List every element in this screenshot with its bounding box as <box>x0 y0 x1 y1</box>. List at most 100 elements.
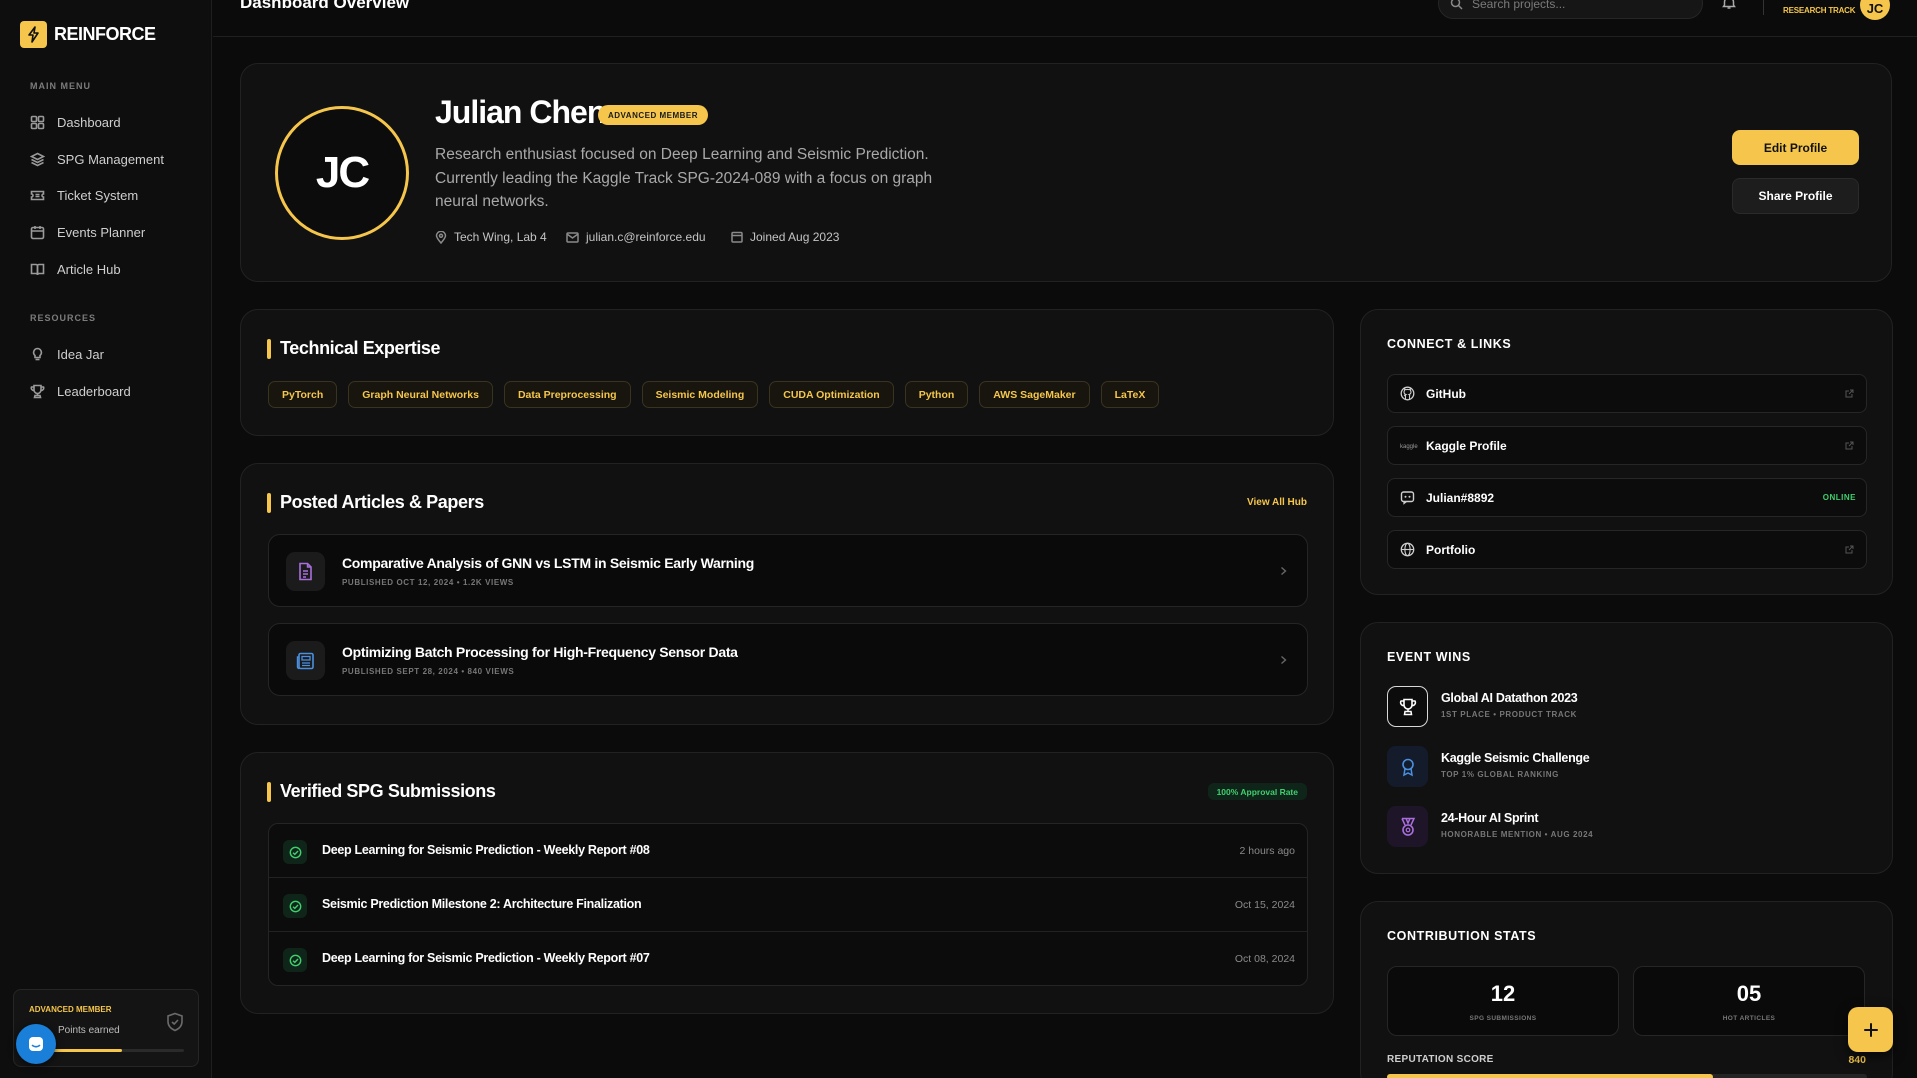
edit-profile-button[interactable]: Edit Profile <box>1732 130 1859 165</box>
reputation-bar <box>1387 1074 1867 1078</box>
sidebar-item-events-planner[interactable]: Events Planner <box>30 220 200 244</box>
article-item[interactable]: Comparative Analysis of GNN vs LSTM in S… <box>268 534 1308 607</box>
email-text: julian.c@reinforce.edu <box>586 230 706 244</box>
link-portfolio[interactable]: Portfolio <box>1387 530 1867 569</box>
article-item[interactable]: Optimizing Batch Processing for High-Fre… <box>268 623 1308 696</box>
submission-date: Oct 15, 2024 <box>1234 899 1295 911</box>
sidebar-item-idea-jar[interactable]: Idea Jar <box>30 342 200 366</box>
connect-links-card: CONNECT & LINKS GitHub kaggle Kaggle Pro… <box>1360 309 1893 595</box>
submission-row[interactable]: Deep Learning for Seismic Prediction - W… <box>269 824 1307 878</box>
event-wins-card: EVENT WINS Global AI Datathon 2023 1ST P… <box>1360 622 1893 874</box>
profile-name: Julian Chen <box>435 94 606 130</box>
stats-title: CONTRIBUTION STATS <box>1387 929 1537 943</box>
add-button[interactable] <box>1848 1007 1893 1052</box>
document-icon <box>286 552 325 591</box>
resources-heading: RESOURCES <box>30 313 97 323</box>
event-win-subtitle: TOP 1% GLOBAL RANKING <box>1441 770 1559 779</box>
submission-title: Seismic Prediction Milestone 2: Architec… <box>322 897 642 911</box>
sidebar-item-article-hub[interactable]: Article Hub <box>30 257 200 281</box>
check-circle-icon <box>283 948 307 972</box>
shield-check-icon <box>166 1012 184 1032</box>
grid-icon <box>30 115 45 129</box>
user-avatar[interactable]: JC <box>1860 0 1890 20</box>
github-icon <box>1400 386 1415 401</box>
section-heading: Verified SPG Submissions <box>267 781 496 802</box>
view-all-hub-link[interactable]: View All Hub <box>1247 497 1307 508</box>
accent-bar <box>267 492 271 513</box>
event-win-title: Global AI Datathon 2023 <box>1441 691 1578 705</box>
svg-text:kaggle: kaggle <box>1400 444 1418 450</box>
brand[interactable]: REINFORCE <box>20 21 156 48</box>
profile-joined: Joined Aug 2023 <box>731 230 839 244</box>
globe-icon <box>1400 542 1415 557</box>
bell-icon[interactable] <box>1721 0 1737 10</box>
expertise-tags: PyTorch Graph Neural Networks Data Prepr… <box>268 381 1160 408</box>
sidebar-item-label: SPG Management <box>57 151 164 167</box>
online-status: ONLINE <box>1822 493 1856 502</box>
topbar: Dashboard Overview RESEARCH TRACK JC <box>213 0 1917 37</box>
submission-row[interactable]: Deep Learning for Seismic Prediction - W… <box>269 932 1307 985</box>
chat-support-button[interactable] <box>16 1024 56 1064</box>
link-label: Julian#8892 <box>1426 491 1495 505</box>
member-badge: ADVANCED MEMBER <box>598 105 709 125</box>
expertise-tag: PyTorch <box>268 381 338 408</box>
sidebar-item-leaderboard[interactable]: Leaderboard <box>30 379 200 403</box>
contribution-stats-card: CONTRIBUTION STATS 12 SPG SUBMISSIONS 05… <box>1360 901 1893 1078</box>
ribbon-icon <box>1387 746 1428 787</box>
submission-row[interactable]: Seismic Prediction Milestone 2: Architec… <box>269 878 1307 932</box>
event-win-title: 24-Hour AI Sprint <box>1441 811 1539 825</box>
mail-icon <box>566 231 579 243</box>
stat-label: SPG SUBMISSIONS <box>1469 1015 1537 1022</box>
layers-icon <box>30 152 45 166</box>
stat-value: 05 <box>1736 981 1762 1006</box>
link-label: Kaggle Profile <box>1426 439 1507 453</box>
reputation-value: 840 <box>1848 1054 1866 1066</box>
verified-submissions-card: Verified SPG Submissions 100% Approval R… <box>240 752 1334 1014</box>
approval-rate-badge: 100% Approval Rate <box>1207 783 1307 800</box>
link-kaggle[interactable]: kaggle Kaggle Profile <box>1387 426 1867 465</box>
profile-bio: Research enthusiast focused on Deep Lear… <box>435 146 933 210</box>
sidebar-item-spg-management[interactable]: SPG Management <box>30 147 200 171</box>
stat-spg-submissions: 12 SPG SUBMISSIONS <box>1387 966 1619 1036</box>
link-github[interactable]: GitHub <box>1387 374 1867 413</box>
chat-icon <box>29 1037 43 1051</box>
joined-text: Joined Aug 2023 <box>750 230 840 244</box>
submission-title: Deep Learning for Seismic Prediction - W… <box>322 951 650 965</box>
sidebar-item-label: Idea Jar <box>57 346 104 362</box>
sidebar-item-dashboard[interactable]: Dashboard <box>30 110 200 134</box>
external-link-icon <box>1845 389 1854 398</box>
plus-icon <box>1863 1022 1878 1037</box>
profile-email[interactable]: julian.c@reinforce.edu <box>566 230 706 244</box>
expertise-tag: LaTeX <box>1100 381 1160 408</box>
medal-icon <box>1387 806 1428 847</box>
member-card-points-label: Points earned <box>58 1025 120 1036</box>
topbar-divider <box>1763 0 1764 15</box>
technical-expertise-card: Technical Expertise PyTorch Graph Neural… <box>240 309 1334 436</box>
main-menu-heading: MAIN MENU <box>30 81 91 91</box>
share-profile-button[interactable]: Share Profile <box>1732 178 1859 214</box>
sidebar-item-label: Leaderboard <box>57 383 131 399</box>
article-meta: PUBLISHED SEPT 28, 2024 • 840 VIEWS <box>342 667 515 676</box>
newspaper-icon <box>286 641 325 680</box>
expertise-tag: Data Preprocessing <box>503 381 631 408</box>
sidebar: REINFORCE MAIN MENU Dashboard SPG Manage… <box>0 0 212 1078</box>
lightning-icon <box>20 21 47 48</box>
search-input[interactable] <box>1472 0 1682 11</box>
expertise-tag: CUDA Optimization <box>769 381 894 408</box>
research-track-label: RESEARCH TRACK <box>1783 6 1856 15</box>
search-box[interactable] <box>1438 0 1703 19</box>
sidebar-item-ticket-system[interactable]: Ticket System <box>30 183 200 207</box>
calendar-icon <box>30 225 45 239</box>
stat-hot-articles: 05 HOT ARTICLES <box>1633 966 1865 1036</box>
external-link-icon <box>1845 441 1854 450</box>
location-pin-icon <box>435 230 447 244</box>
link-label: Portfolio <box>1426 543 1476 557</box>
chevron-right-icon <box>1280 655 1287 665</box>
link-discord[interactable]: Julian#8892 ONLINE <box>1387 478 1867 517</box>
reputation-fill <box>1387 1074 1714 1078</box>
profile-location: Tech Wing, Lab 4 <box>435 230 547 244</box>
sidebar-item-label: Ticket System <box>57 187 139 203</box>
chevron-right-icon <box>1280 566 1287 576</box>
trophy-icon <box>1387 686 1428 727</box>
sidebar-item-label: Article Hub <box>57 261 121 277</box>
